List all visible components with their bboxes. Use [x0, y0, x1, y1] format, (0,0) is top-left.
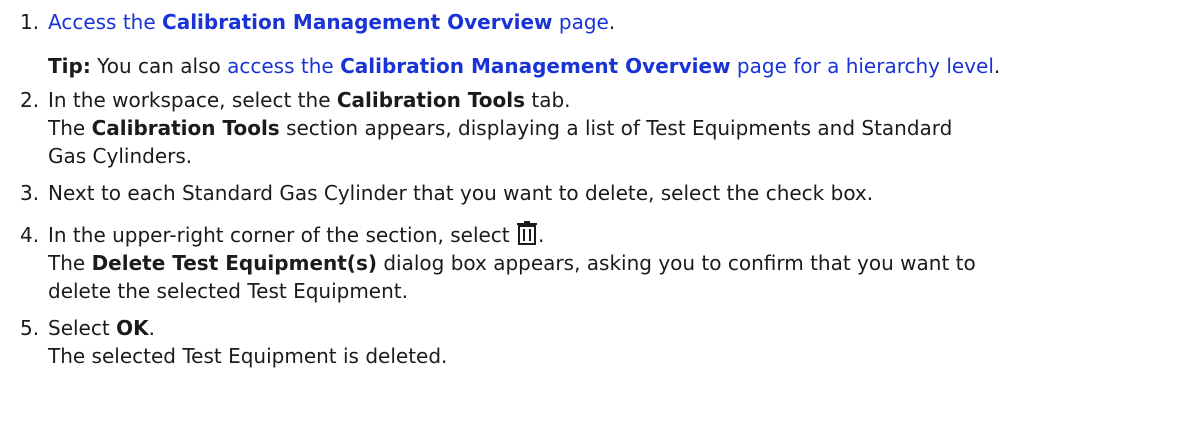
tip-link-text: access the — [227, 54, 341, 78]
link-text: Access the — [48, 10, 163, 34]
step-number: 4. — [20, 223, 40, 247]
step-4-instruction: In the upper-right corner of the section… — [48, 221, 1180, 249]
link-text-post: page — [552, 10, 609, 34]
step-4-pre: In the upper-right corner of the section… — [48, 223, 516, 247]
result-line-1: section appears, displaying a list of Te… — [279, 116, 953, 140]
step-2-post: tab. — [525, 88, 571, 112]
step-4-result: The Delete Test Equipment(s) dialog box … — [48, 249, 1180, 277]
tip-text: You can also — [90, 54, 228, 78]
tip-link-bold: Calibration Management Overview — [340, 54, 731, 78]
tip-end: . — [993, 54, 1001, 78]
result-bold: Delete Test Equipment(s) — [91, 251, 377, 275]
step-4: 4. In the upper-right corner of the sect… — [20, 221, 1180, 305]
step-number: 2. — [20, 88, 40, 112]
result-bold: Calibration Tools — [91, 116, 280, 140]
step-5: 5. Select OK. The selected Test Equipmen… — [20, 314, 1180, 370]
step-1-text: Access the Calibration Management Overvi… — [48, 10, 615, 34]
step-5-post: . — [148, 316, 155, 340]
step-4-post: . — [538, 223, 545, 247]
result-pre: The — [48, 251, 92, 275]
step-1-end: . — [608, 10, 616, 34]
step-number: 5. — [20, 316, 40, 340]
step-2-result: The Calibration Tools section appears, d… — [48, 114, 1180, 142]
result-pre: The — [48, 116, 92, 140]
step-number: 3. — [20, 181, 40, 205]
step-5-pre: Select — [48, 316, 117, 340]
hierarchy-overview-link[interactable]: access the Calibration Management Overvi… — [227, 54, 994, 78]
step-2-pre: In the workspace, select the — [48, 88, 337, 112]
step-2: 2. In the workspace, select the Calibrat… — [20, 86, 1180, 170]
step-2-bold: Calibration Tools — [336, 88, 526, 112]
step-number: 1. — [20, 10, 40, 34]
procedure-steps: 1. Access the Calibration Management Ove… — [20, 0, 1180, 370]
step-5-result: The selected Test Equipment is deleted. — [48, 344, 448, 368]
step-2-result-cont: Gas Cylinders. — [48, 144, 193, 168]
tip-link-post: page for a hierarchy level — [730, 54, 994, 78]
trash-icon — [516, 221, 538, 245]
step-3-text: Next to each Standard Gas Cylinder that … — [48, 181, 874, 205]
step-1: 1. Access the Calibration Management Ove… — [20, 8, 1180, 80]
tip-label: Tip: — [48, 54, 91, 78]
step-4-result-cont: delete the selected Test Equipment. — [48, 279, 408, 303]
result-line-1: dialog box appears, asking you to confir… — [377, 251, 976, 275]
step-3: 3. Next to each Standard Gas Cylinder th… — [20, 179, 1180, 207]
step-2-instruction: In the workspace, select the Calibration… — [48, 86, 1180, 114]
step-5-instruction: Select OK. — [48, 314, 1180, 342]
tip-note: Tip: You can also access the Calibration… — [48, 52, 1180, 80]
calibration-overview-link[interactable]: Access the Calibration Management Overvi… — [48, 10, 609, 34]
step-5-bold: OK — [116, 316, 149, 340]
link-bold-text: Calibration Management Overview — [162, 10, 553, 34]
